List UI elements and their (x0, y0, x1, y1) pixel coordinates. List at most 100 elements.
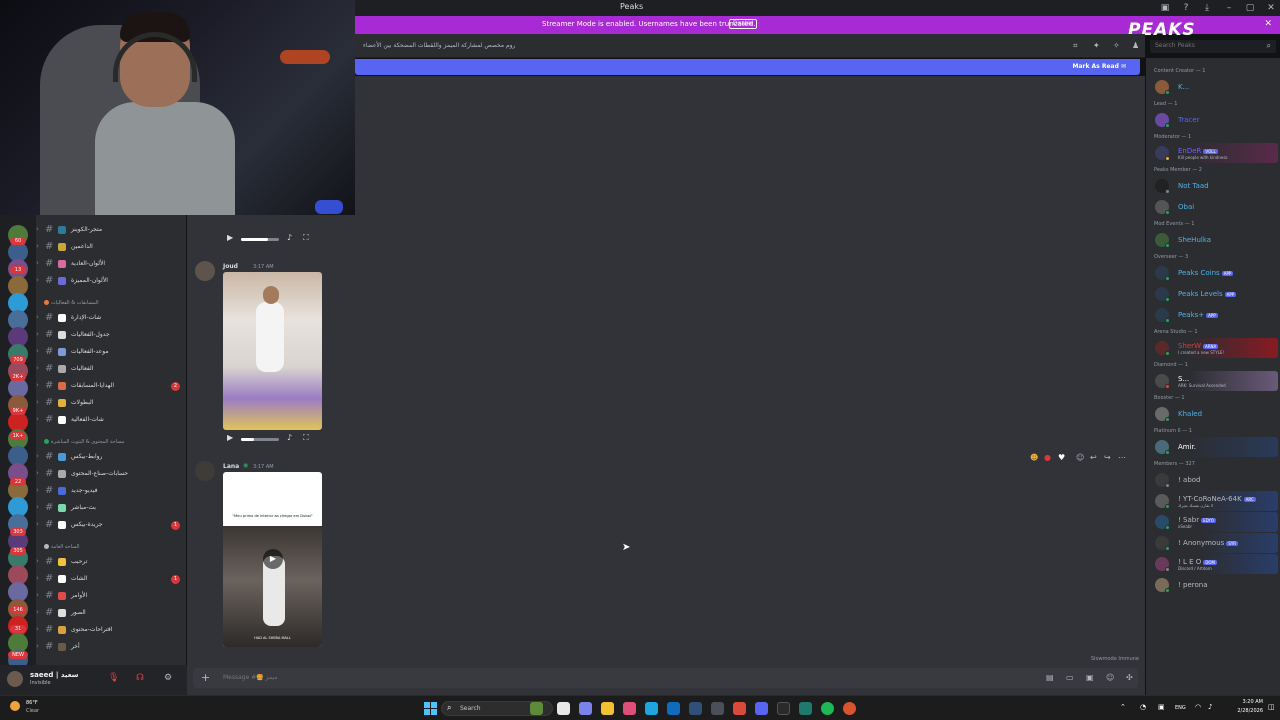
mute-mic-icon[interactable]: 🎙︎ (108, 673, 119, 683)
wifi-icon[interactable]: ◠ (1195, 703, 1201, 711)
chevron-right-icon[interactable]: › (36, 608, 39, 616)
inbox-icon[interactable]: ▣ (1158, 1, 1172, 15)
chevron-right-icon[interactable]: › (36, 503, 39, 511)
chevron-right-icon[interactable]: › (36, 557, 39, 565)
new-messages-bar[interactable]: Mark As Read ✉ (355, 59, 1140, 75)
channel-category[interactable]: المسابقات & الفعاليات (44, 300, 99, 306)
gift-icon[interactable]: ▤ (1046, 673, 1054, 682)
avatar[interactable] (195, 261, 215, 281)
chevron-right-icon[interactable]: › (36, 364, 39, 372)
notifications-icon[interactable]: ◫ (1268, 703, 1275, 711)
channel-item[interactable]: › # موعد-الفعاليات (36, 345, 186, 361)
more-options-icon[interactable]: ⋯ (1118, 453, 1126, 462)
member-item[interactable]: ! L E O DOM Discord / Artdom (1150, 554, 1278, 574)
member-item[interactable]: ! Anonymous SYR (1150, 533, 1278, 553)
channel-item[interactable]: › # متجر-الكوينز (36, 223, 186, 239)
member-item[interactable]: Amir. (1150, 437, 1278, 457)
chevron-right-icon[interactable]: › (36, 415, 39, 423)
channel-item[interactable]: › # الداعمين (36, 240, 186, 256)
mark-as-read-button[interactable]: Mark As Read ✉ (1072, 63, 1126, 70)
member-item[interactable]: Peaks Coins APP (1150, 263, 1278, 283)
channel-item[interactable]: › # الهدايا-المسابقات 2 (36, 379, 186, 395)
member-item[interactable]: ! perona (1150, 575, 1278, 595)
chevron-right-icon[interactable]: › (36, 625, 39, 633)
start-button[interactable] (424, 702, 437, 715)
tray-app-icon[interactable]: ▣ (1158, 703, 1165, 711)
emoji-reaction-icon[interactable]: ☻ (1030, 453, 1038, 462)
close-icon[interactable]: ✕ (1264, 1, 1278, 15)
video-thumbnail[interactable] (223, 272, 322, 430)
chevron-right-icon[interactable]: › (36, 591, 39, 599)
volume-icon[interactable]: ♪ (287, 233, 292, 242)
channel-item[interactable]: › # روابط-بيكس (36, 450, 186, 466)
apps-icon[interactable]: ✣ (1126, 673, 1133, 682)
member-item[interactable]: K... (1150, 77, 1278, 97)
teams-icon[interactable] (579, 702, 592, 715)
avatar[interactable] (195, 461, 215, 481)
avatar[interactable] (7, 671, 23, 687)
file-explorer-icon[interactable] (601, 702, 614, 715)
help-icon[interactable]: ? (1179, 1, 1193, 15)
play-icon[interactable]: ▶ (263, 549, 283, 569)
chrome-icon[interactable] (733, 702, 746, 715)
keyboard-language[interactable]: ENG (1175, 705, 1186, 711)
emoji-reaction-icon[interactable]: ● (1044, 453, 1051, 462)
channel-item[interactable]: › # الألوان-العادية (36, 257, 186, 273)
member-item[interactable]: SherW ARNA I created a new STYLE! (1150, 338, 1278, 358)
member-item[interactable]: SheHulka (1150, 230, 1278, 250)
channel-item[interactable]: › # حسابات-صناع-المحتوى (36, 467, 186, 483)
channel-item[interactable]: › # الشات 1 (36, 572, 186, 588)
chevron-right-icon[interactable]: › (36, 469, 39, 477)
threads-icon[interactable]: ⌗ (1073, 41, 1078, 51)
search-input[interactable] (1155, 42, 1255, 49)
member-list-icon[interactable]: ♟ (1132, 41, 1139, 50)
member-item[interactable]: Not Taad (1150, 176, 1278, 196)
chevron-right-icon[interactable]: › (36, 381, 39, 389)
member-item[interactable]: EnDeR VOLL Kill people with kindness (1150, 143, 1278, 163)
chrome-icon[interactable] (843, 702, 856, 715)
chevron-right-icon[interactable]: › (36, 452, 39, 460)
obs-icon[interactable] (777, 702, 790, 715)
channel-item[interactable]: › # شات-الإدارة (36, 311, 186, 327)
chevron-right-icon[interactable]: › (36, 313, 39, 321)
channel-item[interactable]: › # البطولات (36, 396, 186, 412)
clock-time[interactable]: 3:20 AM (1223, 699, 1263, 705)
volume-icon[interactable]: ♪ (287, 433, 292, 442)
fullscreen-icon[interactable]: ⛶ (303, 433, 309, 443)
spotify-icon[interactable] (821, 702, 834, 715)
settings-gear-icon[interactable]: ⚙ (164, 673, 172, 683)
chevron-right-icon[interactable]: › (36, 242, 39, 250)
message-input[interactable] (223, 674, 523, 681)
channel-item[interactable]: › # فيديو-جديد (36, 484, 186, 500)
video-progress-track[interactable] (241, 438, 279, 441)
chevron-right-icon[interactable]: › (36, 276, 39, 284)
member-item[interactable]: Peaks Levels APP (1150, 284, 1278, 304)
forward-icon[interactable]: ↪ (1104, 453, 1111, 462)
message-author[interactable]: Joud (223, 263, 238, 270)
channel-category[interactable]: الساحة العامة (44, 544, 79, 550)
channel-category[interactable]: مساحة المحتوى & البثوث المباشرة (44, 439, 124, 445)
pin-icon[interactable]: ✧ (1113, 41, 1120, 50)
maximize-icon[interactable]: ▢ (1243, 1, 1257, 15)
member-item[interactable]: Tracer (1150, 110, 1278, 130)
channel-item[interactable]: › # الصور (36, 606, 186, 622)
minimize-icon[interactable]: – (1222, 1, 1236, 15)
channel-item[interactable]: › # شات-الفعالية (36, 413, 186, 429)
play-icon[interactable]: ▶ (227, 233, 233, 242)
member-item[interactable]: ! abod (1150, 470, 1278, 490)
chevron-right-icon[interactable]: › (36, 398, 39, 406)
channel-item[interactable]: › # جريدة-بيكس 1 (36, 518, 186, 534)
app-icon[interactable] (711, 702, 724, 715)
task-view-icon[interactable] (557, 702, 570, 715)
tray-app-icon[interactable]: ◔ (1140, 703, 1146, 711)
outlook-icon[interactable] (667, 702, 680, 715)
message-author[interactable]: Lana (223, 463, 239, 470)
channel-item[interactable]: › # الألوان-المميزة (36, 274, 186, 290)
video-embed[interactable]: "Meu primo de interior ao chegar em Duba… (223, 472, 322, 647)
channel-item[interactable]: › # بث-مباشر (36, 501, 186, 517)
member-item[interactable]: ! Sabr EDYO xSeabr (1150, 512, 1278, 532)
member-item[interactable]: Khaled (1150, 404, 1278, 424)
discord-icon[interactable] (755, 702, 768, 715)
disable-streamer-mode-button[interactable]: Disable (729, 19, 758, 29)
chevron-right-icon[interactable]: › (36, 486, 39, 494)
